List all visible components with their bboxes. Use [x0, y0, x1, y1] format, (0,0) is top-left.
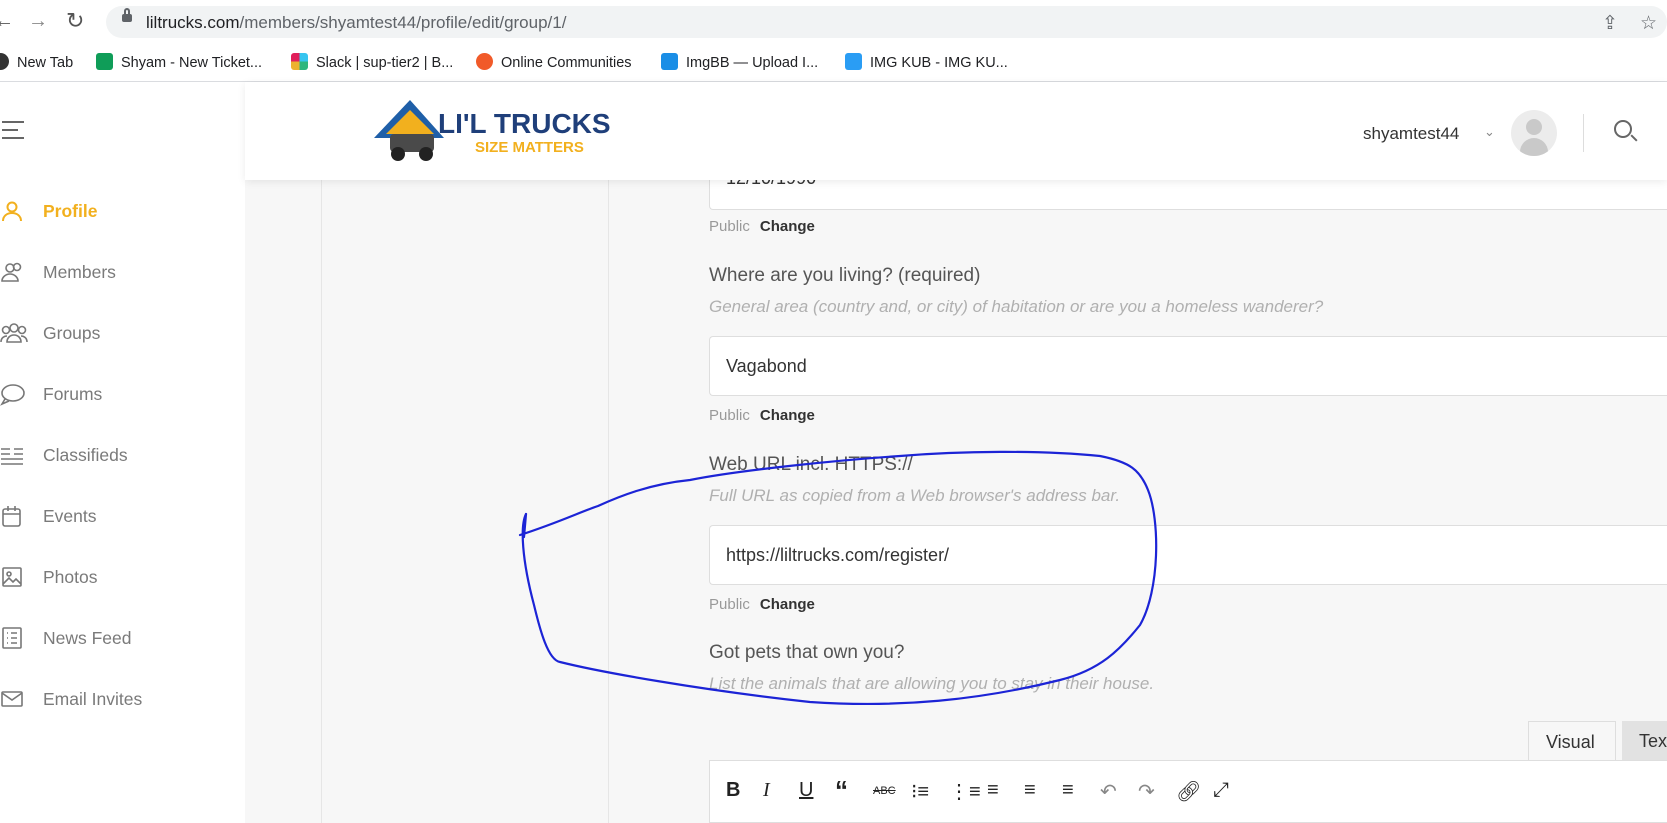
align-left-icon[interactable]: ≡: [987, 779, 999, 802]
imgkub-icon: [845, 53, 862, 70]
column-divider: [321, 180, 322, 823]
bookmark-star-icon[interactable]: ☆: [1640, 12, 1657, 35]
search-icon[interactable]: [1614, 120, 1632, 138]
column-divider: [608, 180, 609, 823]
pets-description: List the animals that are allowing you t…: [709, 674, 1155, 693]
header-divider: [1583, 114, 1584, 152]
mail-icon: [0, 687, 26, 711]
web-url-description: Full URL as copied from a Web browser's …: [709, 486, 1121, 505]
underline-icon[interactable]: U: [799, 779, 813, 802]
site-logo[interactable]: LI'L TRUCKS SIZE MATTERS: [370, 96, 620, 168]
globe-icon: [0, 53, 9, 70]
link-icon[interactable]: 🔗︎: [1176, 779, 1201, 804]
svg-text:SIZE MATTERS: SIZE MATTERS: [475, 139, 584, 156]
bookmark-shyam-ticket[interactable]: Shyam - New Ticket...: [96, 53, 262, 71]
birthdate-visibility: Public Change: [709, 218, 815, 235]
user-menu-name[interactable]: shyamtest44: [1363, 124, 1459, 144]
editor-toolbar: B I U “ ABC ⁝≡ ⋮≡ ≡ ≡ ≡ ↶ ↷ 🔗︎ ⤢: [709, 760, 1667, 823]
change-visibility-link[interactable]: Change: [760, 596, 815, 613]
avatar[interactable]: [1511, 110, 1557, 156]
reload-icon[interactable]: ↻: [66, 8, 84, 34]
newsfeed-icon: [0, 626, 26, 650]
tab-text[interactable]: Text: [1622, 721, 1667, 761]
web-url-label: Web URL incl. HTTPS://: [709, 454, 913, 475]
sidebar-item-forums[interactable]: Forums: [0, 380, 240, 410]
living-field[interactable]: Vagabond: [709, 336, 1667, 396]
bookmark-imgbb[interactable]: ImgBB — Upload I...: [661, 53, 818, 71]
change-visibility-link[interactable]: Change: [760, 407, 815, 424]
fullscreen-icon[interactable]: ⤢: [1213, 779, 1229, 802]
align-center-icon[interactable]: ≡: [1024, 779, 1036, 802]
sidebar-item-profile[interactable]: Profile: [0, 197, 240, 227]
calendar-icon: [0, 504, 26, 528]
image-icon: [0, 565, 26, 589]
align-right-icon[interactable]: ≡: [1062, 779, 1074, 802]
svg-text:LI'L TRUCKS: LI'L TRUCKS: [438, 108, 611, 139]
bb-icon: [476, 53, 493, 70]
living-label: Where are you living? (required): [709, 265, 981, 286]
sheets-icon: [96, 53, 113, 70]
tab-visual[interactable]: Visual: [1528, 721, 1616, 761]
share-icon[interactable]: ⇪: [1602, 12, 1618, 35]
forward-icon[interactable]: →: [28, 10, 48, 33]
living-visibility: Public Change: [709, 407, 815, 424]
lock-icon: [122, 8, 132, 22]
italic-icon[interactable]: I: [763, 779, 770, 802]
sidebar-item-members[interactable]: Members: [0, 258, 240, 288]
sidebar-item-groups[interactable]: Groups: [0, 319, 240, 349]
slack-icon: [291, 53, 308, 70]
bookmark-imgkub[interactable]: IMG KUB - IMG KU...: [845, 53, 1008, 71]
url-field[interactable]: liltrucks.com/members/shyamtest44/profil…: [106, 6, 1667, 38]
list-icon: [0, 443, 26, 467]
menu-toggle-icon[interactable]: [2, 121, 24, 145]
change-visibility-link[interactable]: Change: [760, 218, 815, 235]
bookmarks-bar: New Tab Shyam - New Ticket... Slack | su…: [0, 43, 1667, 82]
members-icon: [0, 260, 26, 284]
living-description: General area (country and, or city) of h…: [709, 297, 1324, 316]
sidebar-item-photos[interactable]: Photos: [0, 563, 240, 593]
redo-icon[interactable]: ↷: [1138, 779, 1155, 804]
pets-label: Got pets that own you?: [709, 642, 905, 663]
bullet-list-icon[interactable]: ⁝≡: [911, 779, 929, 804]
strikethrough-icon[interactable]: ABC: [873, 785, 896, 797]
chevron-down-icon[interactable]: ⌄: [1484, 124, 1495, 140]
sidebar-item-classifieds[interactable]: Classifieds: [0, 441, 240, 471]
groups-icon: [0, 321, 28, 345]
sidebar-item-email-invites[interactable]: Email Invites: [0, 685, 240, 715]
bookmark-new-tab[interactable]: New Tab: [0, 53, 73, 71]
undo-icon[interactable]: ↶: [1100, 779, 1117, 804]
ibb-icon: [661, 53, 678, 70]
chat-icon: [0, 382, 26, 406]
bookmark-online-communities[interactable]: Online Communities: [476, 53, 632, 71]
web-url-field[interactable]: https://liltrucks.com/register/: [709, 525, 1667, 585]
sidebar-item-events[interactable]: Events: [0, 502, 240, 532]
bold-icon[interactable]: B: [726, 779, 740, 802]
user-icon: [0, 199, 26, 223]
bookmark-slack[interactable]: Slack | sup-tier2 | B...: [291, 53, 453, 71]
blockquote-icon[interactable]: “: [835, 775, 848, 806]
browser-address-bar: ← → ↻ liltrucks.com/members/shyamtest44/…: [0, 0, 1667, 43]
back-icon[interactable]: ←: [0, 10, 14, 33]
web-url-visibility: Public Change: [709, 596, 815, 613]
sidebar-item-news-feed[interactable]: News Feed: [0, 624, 240, 654]
url-text: liltrucks.com/members/shyamtest44/profil…: [146, 13, 567, 32]
numbered-list-icon[interactable]: ⋮≡: [949, 779, 981, 804]
